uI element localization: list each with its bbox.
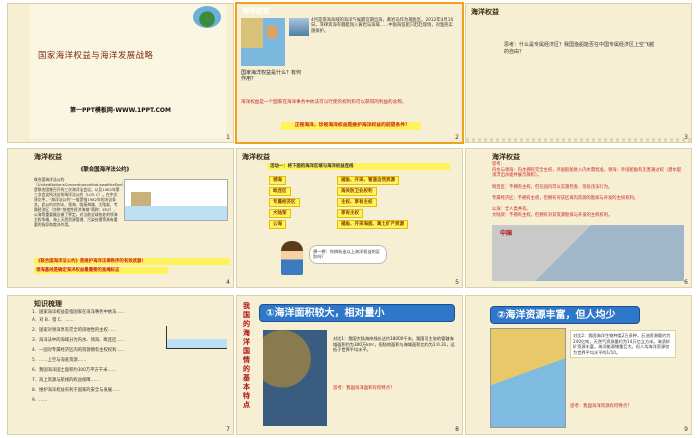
think-line-6: 大陆架：不拥有主权，但拥有对其资源勘探与开发的主权权利。 — [492, 213, 613, 218]
slide-number: 1 — [226, 134, 230, 141]
conclusion-banner: 正视海洋，珍视海洋权益是维护海洋权益的前提条件! — [281, 122, 421, 130]
zone-item-4[interactable]: 大陆架 — [269, 209, 291, 218]
review-line-10: 9．…… — [32, 398, 48, 403]
slide-thumbnail-5[interactable]: 海洋权益 活动一：将下面的海洋区域与海洋权益连线 领海 毗连区 专属经济区 大陆… — [236, 148, 463, 288]
banner-resources: ②海洋资源丰富，但人均少 — [490, 306, 640, 324]
review-line-6: 5．……上空与海底资源…… — [32, 358, 87, 363]
review-line-3: 2．国家对领海享有完全的排他性的主权…… — [32, 328, 117, 333]
slide-thumbnail-7[interactable]: 知识梳理 1．国家海洋权益是指国家在海洋事务中依法…… A．对 B．错 C．……… — [7, 295, 234, 435]
thought-bubble: 想一想：你辨析出以上海洋权益的区别吗？ — [309, 245, 387, 264]
slide-thumbnail-9[interactable]: ②海洋资源丰富，但人均少 对比2：我国海洋生物种类2万多种，石油资源量约为240… — [465, 295, 692, 435]
slide-thumbnail-4[interactable]: 海洋权益 《联合国海洋法公约》 联合国海洋法公约（UnitedNationsCo… — [7, 148, 234, 288]
highlight-baseline: 领海基线是确定海洋权益最重要的准绳标志 — [34, 267, 168, 274]
review-line-4: 3．海洋法中的海域分为内水、领海、毗连区…… — [32, 338, 125, 343]
slide-number: 3 — [684, 134, 688, 141]
right-item-1[interactable]: 捕鱼、开采、管道自然资源 — [337, 176, 399, 185]
news-paragraph: 4月是南海海域的海洋气候最宜期出海，黄岩岛作为捕鱼区。2012年4月10日，菲律… — [311, 18, 454, 34]
china-sea-map — [492, 225, 684, 281]
zone-item-2[interactable]: 毗连区 — [269, 187, 291, 196]
convention-body: 联合国海洋法公约（UnitedNationsConventionontheLaw… — [34, 177, 126, 227]
slide-number: 7 — [226, 426, 230, 433]
satellite-map — [263, 330, 327, 426]
slide-number: 4 — [226, 279, 230, 286]
zone-item-5[interactable]: 公海 — [269, 220, 286, 229]
think-question: 思考：我国海洋面积有何特点？ — [333, 386, 395, 391]
think-line-5: 公海：全人类共有。 — [492, 207, 531, 212]
slide-thumbnail-8[interactable]: 我国的海洋国情的基本特点 ①海洋面积较大，相对量小 对比1：我国大陆海岸线长达约… — [236, 295, 463, 435]
slide-thumbnail-2[interactable]: 海洋权益 国家海洋权益是什么？有何作用？ 4月是南海海域的海洋气候最宜期出海，黄… — [235, 2, 464, 144]
resource-map — [490, 328, 566, 428]
slide-header: 海洋权益 — [492, 153, 520, 161]
island-image — [193, 6, 221, 28]
right-item-5[interactable]: 捕鱼、开采海底、离土矿产资源 — [337, 220, 408, 229]
slide-header: 知识梳理 — [34, 300, 62, 308]
banner-ocean-area: ①海洋面积较大，相对量小 — [259, 304, 455, 322]
ship-photo — [289, 18, 309, 36]
definition-line: 海洋权益是一个国家在海洋事务中依法可以行使的权利和可以获得的利益的总称。 — [241, 100, 407, 105]
slide-header: 海洋权益 — [471, 8, 499, 16]
think-line-3: 毗连区：不拥有主权，但在国内可以实施检查、惩处违法行为。 — [492, 185, 613, 190]
slide-thumbnail-1[interactable]: 国家海洋权益与海洋发展战略 第一PPT模板网-WWW.1PPT.COM 1 — [7, 3, 234, 143]
zone-item-3[interactable]: 专属经济区 — [269, 198, 300, 207]
review-line-7: 6．我国海洋国土面积约300万平方千米…… — [32, 368, 116, 373]
slide-number: 5 — [455, 279, 459, 286]
right-item-2[interactable]: 海关防卫业权利 — [337, 187, 377, 196]
slide-footer: 第一PPT模板网-WWW.1PPT.COM — [70, 107, 171, 114]
side-title: 我国的海洋国情的基本特点 — [243, 302, 250, 409]
think-line-2: 内水与领海：内水拥有完全主权，外国船舶进入内水需批准。领海：外国船舶有无害通过权… — [492, 168, 682, 179]
sea-zone-diagram — [124, 179, 228, 221]
slide-thumbnail-6[interactable]: 海洋权益 思考： 内水与领海：内水拥有完全主权，外国船舶进入内水需批准。领海：外… — [465, 148, 692, 288]
review-line-8: 7．海上资源与航线的权益保障…… — [32, 378, 100, 383]
zone-item-1[interactable]: 领海 — [269, 176, 286, 185]
compare-text: 对比1：我国大陆海岸线长达约18000千米，我国可主张的管辖海域面积约为300万… — [333, 336, 455, 353]
review-line-2: A．对 B．错 C．…… — [32, 318, 74, 323]
slide-header: 海洋权益 — [34, 153, 62, 161]
slide-number: 6 — [684, 279, 688, 286]
highlight-convention: 《联合国海洋法公约》是维护海洋法律秩序的有效武器! — [34, 258, 230, 265]
think-text: 思考：什么是专属经济区？我国渔船能否在中国专属经济区上空飞越的自由？ — [504, 42, 655, 55]
map-label: 中国 — [500, 230, 513, 237]
slide-header: 海洋权益 — [242, 153, 270, 161]
right-item-3[interactable]: 主权、享有主权 — [337, 198, 377, 207]
review-line-9: 8．维护海洋权益有利于国家的安全与发展…… — [32, 388, 121, 393]
slide-header: 海洋权益 — [242, 7, 270, 15]
slide-number: 2 — [455, 134, 459, 141]
slide-number: 9 — [684, 426, 688, 433]
review-line-1: 1．国家海洋权益是指国家在海洋事务中依法…… — [32, 310, 125, 315]
think-question: 思考：我国海洋资源有何特点？ — [570, 404, 632, 409]
scs-map — [241, 18, 285, 66]
convention-title: 《联合国海洋法公约》 — [78, 167, 132, 173]
think-line-1: 思考： — [492, 162, 505, 167]
activity-title: 活动一：将下面的海洋区域与海洋权益连线 — [267, 163, 450, 170]
slide-thumbnail-3[interactable]: 海洋权益 思考：什么是专属经济区？我国渔船能否在中国专属经济区上空飞越的自由？ … — [465, 3, 692, 143]
slide-number: 8 — [455, 426, 459, 433]
right-item-4[interactable]: 享有主权 — [337, 209, 363, 218]
slide-title: 国家海洋权益与海洋发展战略 — [38, 50, 154, 60]
think-line-4: 专属经济区：不拥有主权，但拥有对该区域内资源的勘探与开发的主权权利。 — [492, 196, 639, 201]
question-text: 国家海洋权益是什么？有何作用？ — [241, 70, 302, 82]
compare-text: 对比2：我国海洋生物种类2万多种，石油资源量约为240亿吨，天然气资源量约为14… — [570, 330, 676, 359]
zone-sketch — [166, 326, 227, 349]
student-figure — [281, 241, 303, 275]
